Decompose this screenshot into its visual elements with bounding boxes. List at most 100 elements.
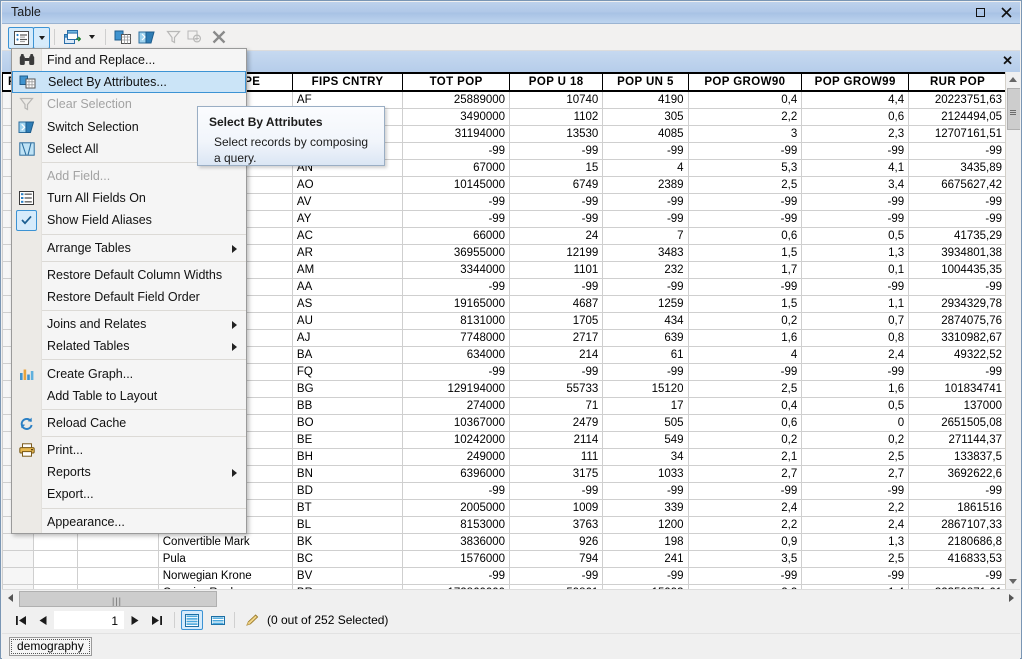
cell-pop_grow90[interactable]: 0,2: [687, 312, 803, 330]
cell-curr_type[interactable]: Convertible Mark: [157, 533, 293, 551]
vertical-scrollbar[interactable]: [1005, 72, 1020, 589]
table-tab-demography[interactable]: demography: [9, 637, 92, 656]
cell-rur_pop[interactable]: 2124494,05: [908, 108, 1007, 126]
cell-pop_grow99[interactable]: -99: [801, 193, 910, 211]
cell-rur_pop[interactable]: 3692622,6: [908, 465, 1007, 483]
cell-pop_u_18[interactable]: -99: [509, 142, 604, 160]
column-header-pop_grow90[interactable]: POP GROW90: [687, 72, 803, 92]
table-row[interactable]: Norwegian Krone BV -99 -99 -99 -99 -99 -99: [2, 567, 1007, 585]
cell-pop_u_18[interactable]: 111: [509, 448, 604, 466]
cell-pop_un_5[interactable]: -99: [602, 363, 689, 381]
cell-pop_grow90[interactable]: 4: [687, 346, 803, 364]
first-record-icon[interactable]: [10, 610, 32, 630]
cell-pop_grow90[interactable]: 2,2: [687, 108, 803, 126]
cell-pop_u_18[interactable]: 1102: [509, 108, 604, 126]
cell-pop_un_5[interactable]: 2389: [602, 176, 689, 194]
cell-shape[interactable]: [32, 533, 79, 551]
menu-item-show-field-aliases[interactable]: Show Field Aliases: [12, 209, 246, 231]
cell-pop_grow99[interactable]: 0,1: [801, 261, 910, 279]
delete-x-icon[interactable]: [208, 27, 230, 47]
cell-cntry_name[interactable]: [77, 550, 159, 568]
cell-pop_grow90[interactable]: 0,6: [687, 414, 803, 432]
cell-pop_grow90[interactable]: 3: [687, 125, 803, 143]
cell-pop_un_5[interactable]: 1259: [602, 295, 689, 313]
cell-pop_grow90[interactable]: 2,4: [687, 499, 803, 517]
cell-tot_pop[interactable]: 1576000: [402, 550, 511, 568]
cell-fips_cntry[interactable]: BE: [291, 431, 404, 449]
cell-pop_u_18[interactable]: -99: [509, 482, 604, 500]
cell-tot_pop[interactable]: 3490000: [402, 108, 511, 126]
menu-item-reports[interactable]: Reports: [12, 461, 246, 483]
cell-pop_grow99[interactable]: 4,4: [801, 90, 910, 109]
cell-rur_pop[interactable]: 2180686,8: [908, 533, 1007, 551]
cell-tot_pop[interactable]: -99: [402, 278, 511, 296]
menu-item-restore-default-column-widths[interactable]: Restore Default Column Widths: [12, 264, 246, 286]
close-table-tab-icon[interactable]: ✕: [1002, 53, 1013, 69]
cell-cntry_name[interactable]: [77, 567, 159, 585]
cell-tot_pop[interactable]: 2005000: [402, 499, 511, 517]
cell-pop_un_5[interactable]: 1200: [602, 516, 689, 534]
scroll-up-icon[interactable]: [1006, 72, 1020, 87]
cell-pop_u_18[interactable]: 24: [509, 227, 604, 245]
cell-pop_u_18[interactable]: -99: [509, 278, 604, 296]
cell-fips_cntry[interactable]: BC: [291, 550, 404, 568]
cell-pop_u_18[interactable]: 13530: [509, 125, 604, 143]
cell-curr_type[interactable]: Pula: [157, 550, 293, 568]
cell-pop_u_18[interactable]: 12199: [509, 244, 604, 262]
cell-rur_pop[interactable]: -99: [908, 142, 1007, 160]
cell-pop_u_18[interactable]: 55733: [509, 380, 604, 398]
cell-rur_pop[interactable]: 3435,89: [908, 159, 1007, 177]
cell-pop_grow90[interactable]: 1,6: [687, 329, 803, 347]
cell-pop_grow99[interactable]: -99: [801, 482, 910, 500]
close-icon[interactable]: [998, 4, 1014, 20]
cell-pop_un_5[interactable]: 198: [602, 533, 689, 551]
cell-tot_pop[interactable]: 10145000: [402, 176, 511, 194]
cell-pop_grow90[interactable]: 0,4: [687, 397, 803, 415]
cell-pop_un_5[interactable]: -99: [602, 278, 689, 296]
cell-pop_grow99[interactable]: 0: [801, 414, 910, 432]
cell-tot_pop[interactable]: 3344000: [402, 261, 511, 279]
scroll-left-icon[interactable]: [3, 591, 18, 605]
table-options-dropdown[interactable]: [33, 27, 50, 49]
cell-tot_pop[interactable]: 7748000: [402, 329, 511, 347]
cell-pop_grow90[interactable]: 5,3: [687, 159, 803, 177]
cell-tot_pop[interactable]: 3836000: [402, 533, 511, 551]
cell-pop_un_5[interactable]: 7: [602, 227, 689, 245]
cell-pop_un_5[interactable]: 305: [602, 108, 689, 126]
cell-pop_un_5[interactable]: -99: [602, 142, 689, 160]
cell-pop_un_5[interactable]: 4190: [602, 90, 689, 109]
cell-fid[interactable]: [2, 567, 34, 585]
select-by-attributes-button[interactable]: [111, 27, 135, 47]
cell-pop_u_18[interactable]: 794: [509, 550, 604, 568]
cell-tot_pop[interactable]: 129194000: [402, 380, 511, 398]
cell-pop_grow90[interactable]: 1,5: [687, 295, 803, 313]
cell-pop_grow99[interactable]: 0,5: [801, 397, 910, 415]
cell-pop_un_5[interactable]: 232: [602, 261, 689, 279]
cell-pop_u_18[interactable]: 4687: [509, 295, 604, 313]
cell-fips_cntry[interactable]: BN: [291, 465, 404, 483]
cell-rur_pop[interactable]: 49322,52: [908, 346, 1007, 364]
cell-tot_pop[interactable]: -99: [402, 193, 511, 211]
cell-fips_cntry[interactable]: BH: [291, 448, 404, 466]
cell-pop_grow90[interactable]: 0,6: [687, 227, 803, 245]
cell-pop_u_18[interactable]: 71: [509, 397, 604, 415]
cell-pop_grow99[interactable]: 1,1: [801, 295, 910, 313]
cell-pop_grow99[interactable]: 0,5: [801, 227, 910, 245]
cell-fips_cntry[interactable]: BV: [291, 567, 404, 585]
cell-rur_pop[interactable]: 3310982,67: [908, 329, 1007, 347]
cell-rur_pop[interactable]: 1004435,35: [908, 261, 1007, 279]
cell-tot_pop[interactable]: 25889000: [402, 90, 511, 109]
cell-pop_grow99[interactable]: -99: [801, 363, 910, 381]
cell-pop_u_18[interactable]: -99: [509, 193, 604, 211]
cell-fips_cntry[interactable]: BO: [291, 414, 404, 432]
cell-tot_pop[interactable]: 8131000: [402, 312, 511, 330]
cell-pop_grow90[interactable]: 2,5: [687, 176, 803, 194]
menu-item-export[interactable]: Export...: [12, 483, 246, 505]
cell-pop_grow99[interactable]: 2,4: [801, 516, 910, 534]
cell-fips_cntry[interactable]: FQ: [291, 363, 404, 381]
cell-pop_un_5[interactable]: -99: [602, 567, 689, 585]
cell-pop_un_5[interactable]: 241: [602, 550, 689, 568]
cell-tot_pop[interactable]: -99: [402, 363, 511, 381]
cell-pop_un_5[interactable]: 639: [602, 329, 689, 347]
cell-pop_grow90[interactable]: -99: [687, 363, 803, 381]
